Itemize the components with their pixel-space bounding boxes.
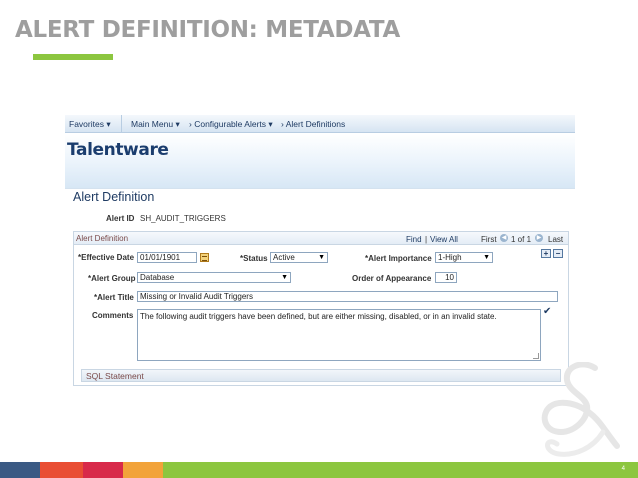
plus-icon[interactable]: + [541, 249, 551, 258]
comments-label: Comments [92, 311, 134, 320]
chevron-down-icon: ▼ [281, 274, 288, 281]
find-link[interactable]: Find [406, 235, 422, 244]
alert-group-label: *Alert Group [88, 274, 136, 283]
group-title: Alert Definition [76, 234, 129, 243]
alert-importance-select[interactable]: 1-High ▼ [435, 252, 493, 263]
alert-id-label: Alert ID [106, 214, 135, 223]
effective-date-label: *Effective Date [78, 253, 135, 262]
top-navigation-bar: Favorites ▾ Main Menu ▾ › Configurable A… [65, 115, 575, 133]
comments-text: The following audit triggers have been d… [140, 312, 497, 321]
footer-segment-green [163, 462, 638, 478]
alert-title-field[interactable]: Missing or Invalid Audit Triggers [137, 291, 558, 302]
nav-divider [121, 115, 122, 133]
brand-banner: Talentware [65, 134, 575, 189]
title-underline [33, 54, 113, 60]
status-select[interactable]: Active ▼ [270, 252, 328, 263]
view-all-link[interactable]: View All [430, 235, 458, 244]
alert-id-value: SH_AUDIT_TRIGGERS [140, 214, 226, 223]
alert-title-label: *Alert Title [94, 293, 134, 302]
next-icon[interactable]: ▶ [535, 234, 543, 242]
order-of-appearance-field[interactable]: 10 [435, 272, 457, 283]
breadcrumb-alert-definitions[interactable]: › Alert Definitions [281, 119, 345, 129]
sql-statement-label: SQL Statement [86, 371, 144, 381]
alert-group-select[interactable]: Database ▼ [137, 272, 291, 283]
group-header: Alert Definition Find | View All First ◀… [74, 232, 568, 245]
footer-segment-red [83, 462, 123, 478]
previous-icon[interactable]: ◀ [500, 234, 508, 242]
chevron-down-icon: ▾ [175, 119, 180, 129]
status-label: *Status [240, 254, 268, 263]
calendar-icon[interactable] [200, 253, 209, 262]
talentware-logo: Talentware [67, 140, 169, 160]
app-screenshot: Favorites ▾ Main Menu ▾ › Configurable A… [65, 115, 575, 390]
favorites-menu[interactable]: Favorites ▾ [69, 119, 111, 130]
footer-color-band [0, 462, 638, 478]
alert-importance-label: *Alert Importance [365, 254, 432, 263]
slide-title: ALERT DEFINITION: METADATA [15, 17, 400, 43]
footer-segment-orange [40, 462, 83, 478]
last-link[interactable]: Last [548, 235, 563, 244]
chevron-down-icon: ▾ [268, 119, 273, 129]
resize-handle[interactable] [533, 353, 539, 359]
paging-counter: 1 of 1 [511, 235, 532, 244]
page-number: 4 [621, 466, 625, 472]
comments-textarea[interactable]: The following audit triggers have been d… [137, 309, 541, 361]
spellcheck-icon[interactable]: ✔ [543, 306, 551, 317]
ampersand-watermark [541, 362, 620, 457]
sql-statement-section[interactable]: SQL Statement [81, 369, 561, 382]
minus-icon[interactable]: − [553, 249, 563, 258]
chevron-down-icon: ▼ [318, 254, 325, 261]
order-of-appearance-label: Order of Appearance [352, 274, 432, 283]
link-separator: | [425, 235, 428, 244]
footer-segment-yellow [123, 462, 163, 478]
first-link[interactable]: First [481, 235, 497, 244]
chevron-down-icon: ▾ [106, 119, 111, 129]
alert-definition-group: Alert Definition Find | View All First ◀… [73, 231, 569, 386]
breadcrumb-configurable-alerts[interactable]: › Configurable Alerts ▾ [189, 119, 273, 130]
chevron-down-icon: ▼ [483, 254, 490, 261]
main-menu[interactable]: Main Menu ▾ [131, 119, 180, 130]
footer-segment-blue [0, 462, 40, 478]
effective-date-field[interactable]: 01/01/1901 [137, 252, 197, 263]
page-heading: Alert Definition [73, 190, 155, 204]
